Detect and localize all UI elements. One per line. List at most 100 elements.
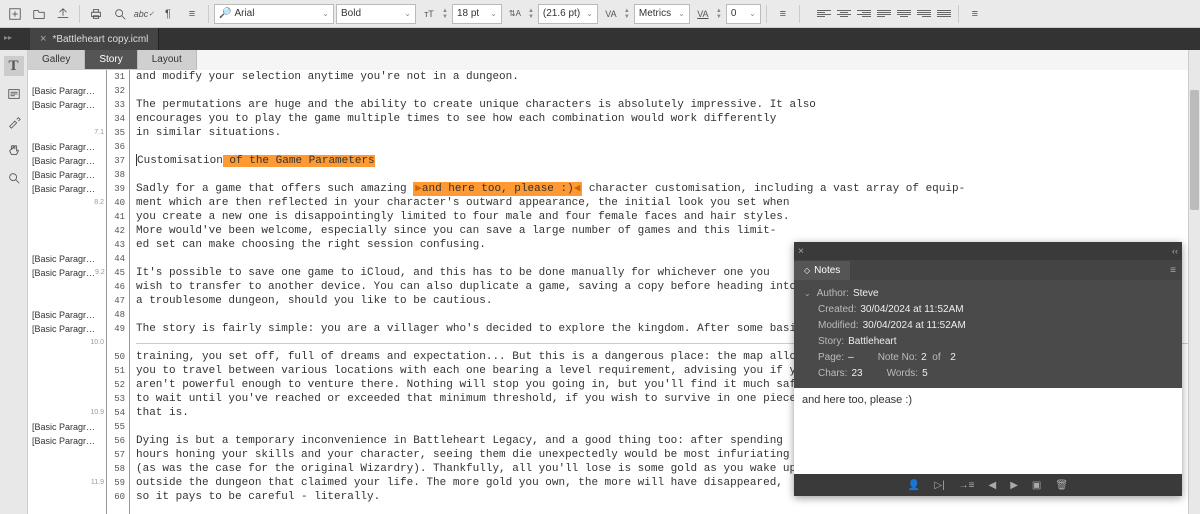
font-family-field[interactable]: 🔎 Arial ⌄ <box>214 4 334 24</box>
metrics-field[interactable]: Metrics ⌄ <box>634 4 690 24</box>
para-style-cell[interactable]: [Basic Paragr…9.2 <box>28 266 106 280</box>
new-doc-icon[interactable] <box>4 3 26 25</box>
tracking-field[interactable]: 0 ⌄ <box>726 4 761 24</box>
justify-right-icon[interactable] <box>915 5 933 23</box>
kerning-icon: VA <box>600 3 622 25</box>
align-left-icon[interactable] <box>815 5 833 23</box>
para-style-cell[interactable]: [Basic Paragr… <box>28 182 106 196</box>
spellcheck-icon[interactable]: abc✓ <box>133 3 155 25</box>
para-style-cell[interactable] <box>28 210 106 224</box>
text-line[interactable]: The permutations are huge and the abilit… <box>136 98 1200 112</box>
para-style-cell[interactable]: [Basic Paragr… <box>28 322 106 336</box>
notes-close-icon[interactable]: × <box>798 246 804 257</box>
para-style-cell[interactable] <box>28 112 106 126</box>
para-style-cell[interactable] <box>28 350 106 364</box>
para-style-cell[interactable]: [Basic Paragr… <box>28 420 106 434</box>
search-icon[interactable] <box>109 3 131 25</box>
para-style-cell[interactable]: [Basic Paragr… <box>28 98 106 112</box>
type-tool-icon[interactable]: T <box>4 56 24 76</box>
tracking-stepper[interactable]: ▲▼ <box>716 8 722 20</box>
document-tab[interactable]: × *Battleheart copy.icml <box>30 28 159 50</box>
note-delete-icon[interactable]: 🗑 <box>1053 478 1070 493</box>
hand-tool-icon[interactable] <box>4 140 24 160</box>
notes-collapse-icon[interactable]: ⌄ <box>804 286 811 302</box>
para-style-cell[interactable] <box>28 238 106 252</box>
para-style-cell[interactable]: [Basic Paragr… <box>28 252 106 266</box>
line-number-cell: 45 <box>107 266 129 280</box>
para-style-cell[interactable]: [Basic Paragr… <box>28 84 106 98</box>
note-go-end-icon[interactable]: ▷| <box>932 478 946 493</box>
text-line[interactable] <box>136 140 1200 154</box>
note-tool-icon[interactable] <box>4 84 24 104</box>
para-style-cell[interactable]: [Basic Paragr… <box>28 434 106 448</box>
text-line[interactable]: Sadly for a game that offers such amazin… <box>136 182 1200 196</box>
open-icon[interactable] <box>28 3 50 25</box>
notes-tab[interactable]: ◇ Notes <box>794 261 850 280</box>
kerning-stepper[interactable]: ▲▼ <box>624 8 630 20</box>
tab-layout[interactable]: Layout <box>138 50 197 69</box>
notes-titlebar[interactable]: × ‹‹ <box>794 242 1182 260</box>
text-line[interactable]: ment which are then reflected in your ch… <box>136 196 1200 210</box>
note-convert-icon[interactable]: →≡ <box>957 478 977 493</box>
note-new-icon[interactable]: ▣ <box>1030 478 1043 493</box>
para-style-cell[interactable] <box>28 224 106 238</box>
menu-icon[interactable]: ≡ <box>181 3 203 25</box>
text-line[interactable]: More would've been welcome, especially s… <box>136 224 1200 238</box>
vertical-scrollbar[interactable] <box>1188 50 1200 514</box>
note-user-icon[interactable]: 👤 <box>906 478 922 493</box>
para-style-cell[interactable] <box>28 364 106 378</box>
para-style-cell[interactable]: 11.9 <box>28 476 106 490</box>
tab-close-icon[interactable]: × <box>40 33 46 45</box>
leading-field[interactable]: (21.6 pt) ⌄ <box>538 4 598 24</box>
para-style-cell[interactable]: [Basic Paragr… <box>28 154 106 168</box>
tab-galley[interactable]: Galley <box>28 50 85 69</box>
note-prev-icon[interactable]: ◀ <box>987 478 999 493</box>
para-style-cell[interactable] <box>28 294 106 308</box>
text-line[interactable]: you create a new one is disappointingly … <box>136 210 1200 224</box>
inline-note[interactable]: ▶and here too, please :)◀ <box>413 182 582 196</box>
leading-stepper[interactable]: ▲▼ <box>528 8 534 20</box>
pilcrow-icon[interactable]: ¶ <box>157 3 179 25</box>
para-style-cell[interactable] <box>28 378 106 392</box>
para-style-cell[interactable] <box>28 448 106 462</box>
para-style-cell[interactable] <box>28 70 106 84</box>
more-menu-icon[interactable]: ≡ <box>964 3 986 25</box>
justify-full-icon[interactable] <box>935 5 953 23</box>
text-line[interactable]: and modify your selection anytime you're… <box>136 70 1200 84</box>
size-stepper[interactable]: ▲▼ <box>442 8 448 20</box>
eyedropper-tool-icon[interactable] <box>4 112 24 132</box>
print-icon[interactable] <box>85 3 107 25</box>
font-weight-field[interactable]: Bold ⌄ <box>336 4 416 24</box>
para-menu-icon[interactable]: ≡ <box>772 3 794 25</box>
para-style-cell[interactable] <box>28 490 106 504</box>
tab-story[interactable]: Story <box>85 50 137 69</box>
expand-arrow-icon[interactable]: ▸▸ <box>4 33 12 42</box>
para-style-cell[interactable]: [Basic Paragr… <box>28 140 106 154</box>
para-style-cell[interactable]: 8.2 <box>28 196 106 210</box>
note-next-icon[interactable]: ▶ <box>1008 478 1020 493</box>
para-style-cell[interactable]: 10.0 <box>28 336 106 350</box>
para-style-cell[interactable] <box>28 280 106 294</box>
para-style-cell[interactable]: [Basic Paragr… <box>28 168 106 182</box>
para-style-cell[interactable] <box>28 392 106 406</box>
text-line[interactable] <box>136 168 1200 182</box>
para-style-cell[interactable]: [Basic Paragr… <box>28 308 106 322</box>
scrollbar-thumb[interactable] <box>1190 90 1199 210</box>
align-right-icon[interactable] <box>855 5 873 23</box>
justify-left-icon[interactable] <box>875 5 893 23</box>
align-center-icon[interactable] <box>835 5 853 23</box>
font-size-field[interactable]: 18 pt ⌄ <box>452 4 502 24</box>
text-line[interactable]: in similar situations. <box>136 126 1200 140</box>
para-style-cell[interactable]: 10.9 <box>28 406 106 420</box>
text-line[interactable] <box>136 84 1200 98</box>
save-icon[interactable] <box>52 3 74 25</box>
note-body-text[interactable]: and here too, please :) <box>794 388 1182 474</box>
notes-menu-icon[interactable]: ≡ <box>1164 265 1182 276</box>
text-line[interactable]: Customisation of the Game Parameters <box>136 154 1200 168</box>
notes-expand-icon[interactable]: ‹‹ <box>1172 246 1178 256</box>
text-line[interactable]: encourages you to play the game multiple… <box>136 112 1200 126</box>
zoom-tool-icon[interactable] <box>4 168 24 188</box>
para-style-cell[interactable]: 7.1 <box>28 126 106 140</box>
justify-center-icon[interactable] <box>895 5 913 23</box>
para-style-cell[interactable] <box>28 462 106 476</box>
